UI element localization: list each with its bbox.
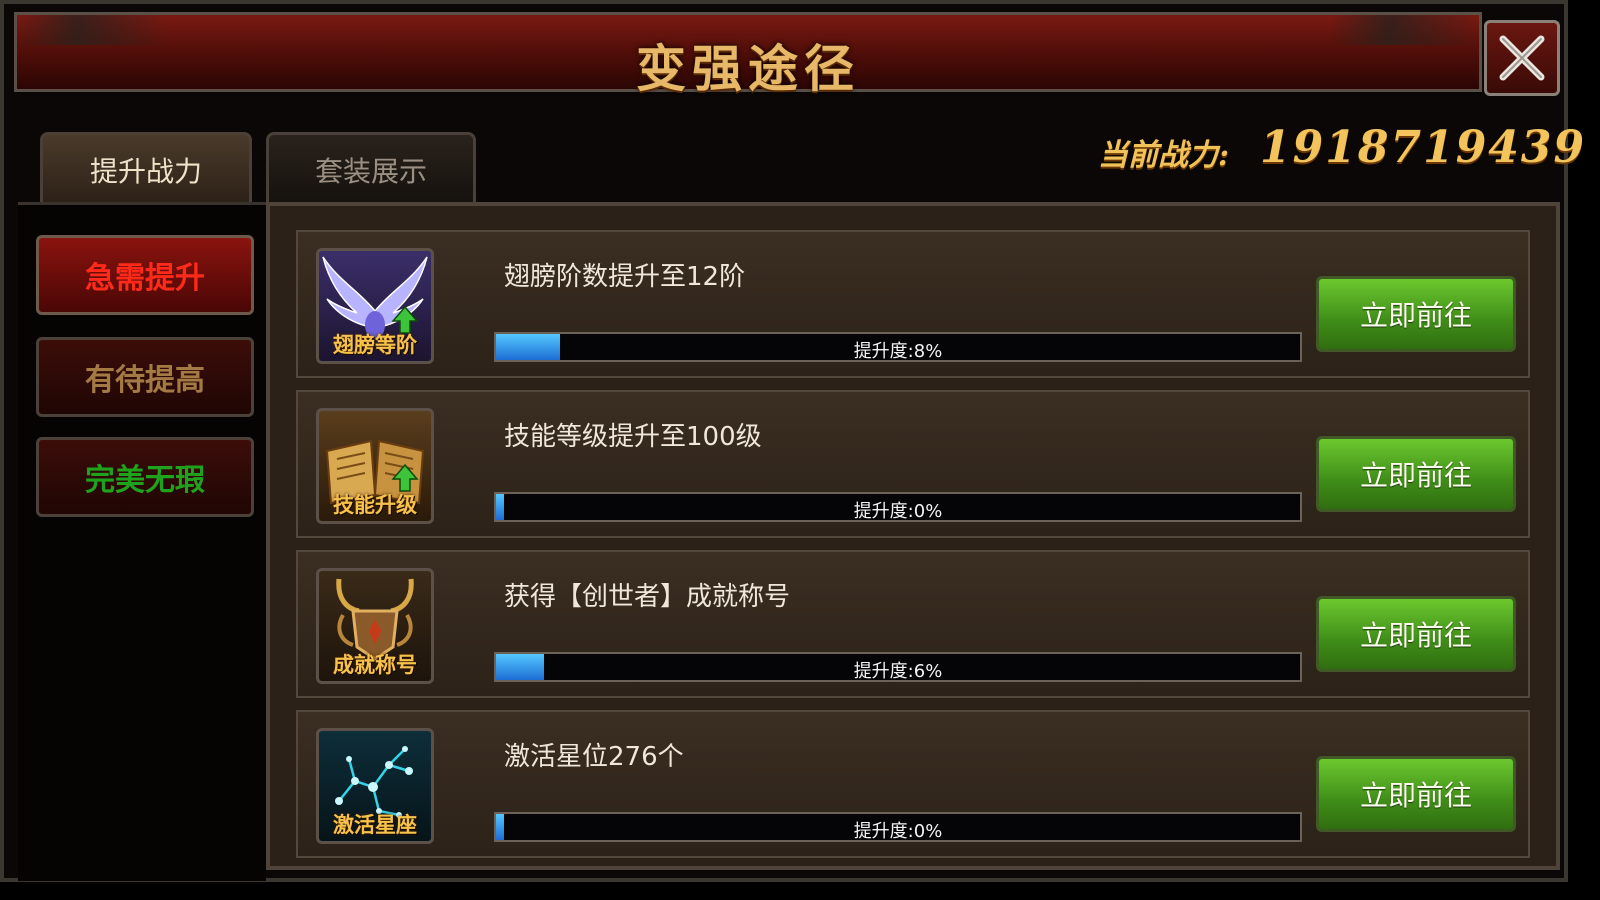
close-button[interactable] (1484, 20, 1560, 96)
go-now-button[interactable]: 立即前往 (1316, 756, 1516, 832)
dialog-frame: 变强途径 提升战力 套装展示 当前战力: 1918719439 急需提升 有待提… (0, 0, 1584, 882)
dialog-title: 变强途径 (636, 39, 860, 98)
constellation-icon[interactable]: 激活星座 (316, 728, 434, 844)
icon-label: 成就称号 (333, 653, 417, 677)
sidebar-item-urgent[interactable]: 急需提升 (36, 235, 254, 315)
title-bar: 变强途径 (14, 12, 1482, 98)
icon-label: 翅膀等阶 (333, 333, 417, 357)
task-text: 翅膀阶数提升至12阶 (504, 262, 746, 292)
icon-label: 激活星座 (333, 813, 417, 837)
progress-bar: 提升度:8% (494, 332, 1302, 362)
skill-book-icon[interactable]: 技能升级 (316, 408, 434, 524)
sidebar-item-perfect[interactable]: 完美无瑕 (36, 437, 254, 517)
icon-label: 技能升级 (333, 493, 417, 517)
progress-bar: 提升度:0% (494, 492, 1302, 522)
close-icon (1499, 35, 1545, 81)
tab-improve-power[interactable]: 提升战力 (40, 132, 252, 204)
go-now-button[interactable]: 立即前往 (1316, 596, 1516, 672)
task-panel: 翅膀等阶 翅膀阶数提升至12阶 提升度:8% 立即前往 技能升级 技能等级提升至… (266, 202, 1560, 870)
sidebar: 急需提升 有待提高 完美无瑕 (18, 202, 266, 881)
sidebar-item-pending[interactable]: 有待提高 (36, 337, 254, 417)
power-label: 当前战力: (1098, 138, 1230, 173)
power-value: 1918719439 (1260, 122, 1587, 173)
wings-icon[interactable]: 翅膀等阶 (316, 248, 434, 364)
task-row: 翅膀等阶 翅膀阶数提升至12阶 提升度:8% 立即前往 (296, 230, 1530, 378)
progress-bar: 提升度:0% (494, 812, 1302, 842)
progress-label: 提升度:6% (853, 661, 943, 682)
achievement-icon[interactable]: 成就称号 (316, 568, 434, 684)
task-row: 激活星座 激活星位276个 提升度:0% 立即前往 (296, 710, 1530, 858)
go-now-button[interactable]: 立即前往 (1316, 276, 1516, 352)
progress-bar: 提升度:6% (494, 652, 1302, 682)
progress-label: 提升度:8% (853, 341, 943, 362)
progress-label: 提升度:0% (853, 501, 943, 522)
go-now-button[interactable]: 立即前往 (1316, 436, 1516, 512)
task-text: 获得【创世者】成就称号 (504, 582, 791, 612)
task-row: 技能升级 技能等级提升至100级 提升度:0% 立即前往 (296, 390, 1530, 538)
task-text: 技能等级提升至100级 (504, 422, 762, 452)
tab-set-display[interactable]: 套装展示 (266, 132, 476, 204)
progress-label: 提升度:0% (853, 821, 943, 842)
task-row: 成就称号 获得【创世者】成就称号 提升度:6% 立即前往 (296, 550, 1530, 698)
task-text: 激活星位276个 (504, 742, 684, 772)
